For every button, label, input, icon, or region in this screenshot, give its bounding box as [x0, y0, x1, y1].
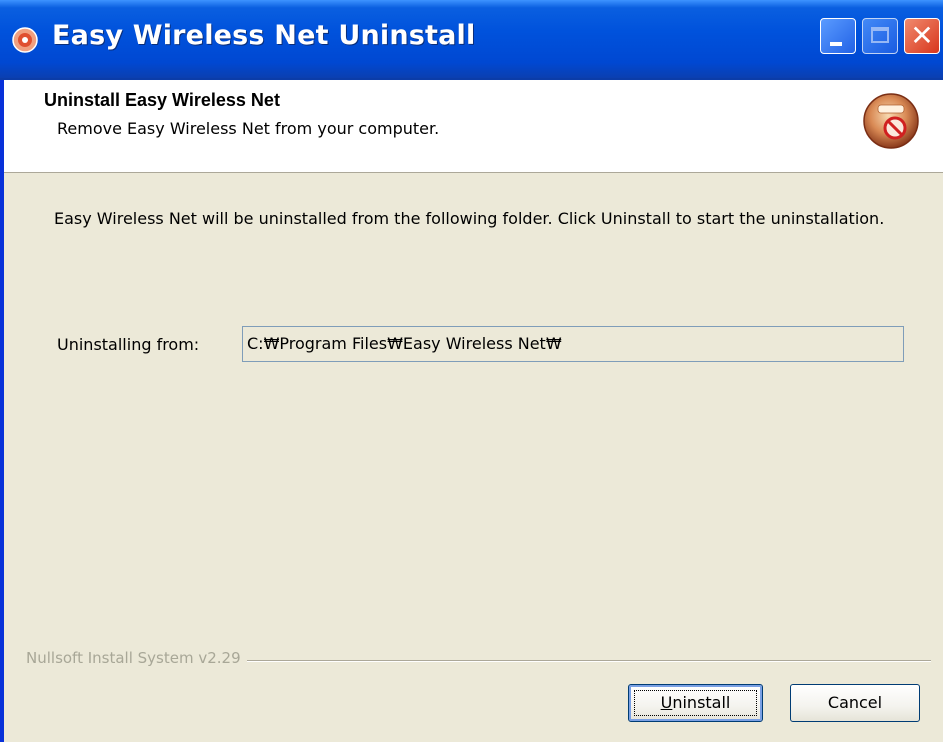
installer-disc-icon [12, 27, 38, 53]
header-title: Uninstall Easy Wireless Net [44, 90, 280, 110]
maximize-button[interactable] [862, 18, 898, 54]
nsis-branding-text: Nullsoft Install System v2.29 [26, 649, 247, 667]
uninstall-button[interactable]: Uninstall [628, 684, 763, 722]
uninstall-dialog-window: Easy Wireless Net Uninstall ✕ Uninstall … [0, 0, 943, 742]
focus-rectangle [634, 690, 757, 716]
uninstall-folder-field[interactable]: C:₩Program Files₩Easy Wireless Net₩ [242, 326, 904, 362]
folder-label: Uninstalling from: [57, 335, 200, 354]
minimize-icon [830, 42, 842, 46]
cancel-button[interactable]: Cancel [790, 684, 920, 722]
uninstall-description: Easy Wireless Net will be uninstalled fr… [54, 209, 885, 228]
close-icon: ✕ [910, 19, 934, 52]
window-title: Easy Wireless Net Uninstall [52, 20, 476, 51]
dialog-header: Uninstall Easy Wireless Net Remove Easy … [0, 80, 943, 173]
maximize-icon [871, 27, 889, 43]
close-button[interactable]: ✕ [904, 18, 940, 54]
minimize-button[interactable] [820, 18, 856, 54]
header-subtitle: Remove Easy Wireless Net from your compu… [57, 119, 440, 138]
uninstall-disc-icon [863, 93, 919, 149]
window-frame-left [0, 80, 4, 742]
title-bar[interactable]: Easy Wireless Net Uninstall ✕ [0, 0, 943, 80]
